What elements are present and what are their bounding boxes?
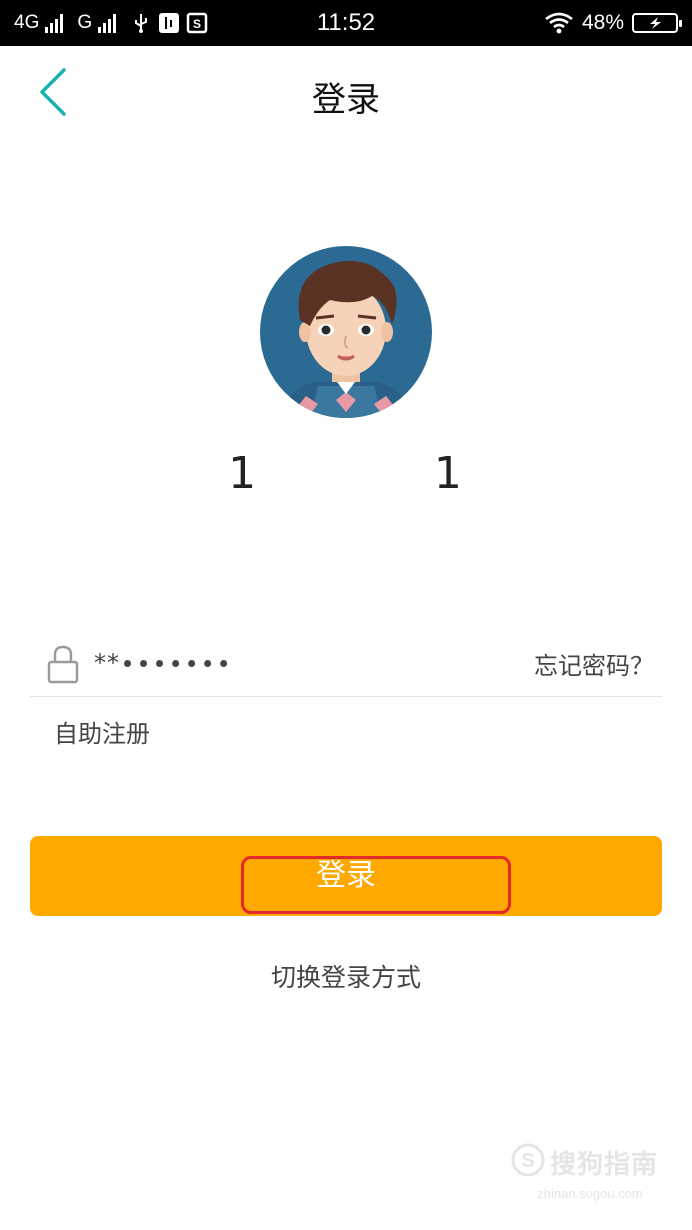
wifi-icon bbox=[545, 12, 573, 34]
lock-icon bbox=[47, 645, 79, 684]
password-field[interactable] bbox=[92, 642, 396, 684]
battery-icon bbox=[632, 13, 682, 33]
status-bar: 4G G S 11:52 48% bbox=[0, 0, 692, 46]
watermark-text: 搜狗指南 bbox=[550, 1150, 659, 1180]
switch-login-method-link[interactable]: 切换登录方式 bbox=[0, 958, 692, 994]
avatar-icon bbox=[260, 246, 432, 418]
nav-bar: 登录 bbox=[0, 46, 692, 142]
battery-percent: 48% bbox=[581, 11, 624, 34]
page-title: 登录 bbox=[312, 80, 380, 120]
watermark-url: zhinan.sogou.com bbox=[537, 1186, 643, 1201]
self-register-link[interactable]: 自助注册 bbox=[54, 714, 150, 749]
charging-bolt-icon bbox=[650, 17, 661, 29]
status-right: 48% bbox=[544, 10, 682, 36]
phone-number: 1 1 bbox=[228, 448, 464, 499]
login-button[interactable]: 登录 bbox=[30, 836, 662, 916]
watermark: S 搜狗指南 zhinan.sogou.com bbox=[510, 1138, 670, 1208]
sogou-logo-icon: S bbox=[511, 1143, 545, 1177]
forgot-password-link[interactable]: 忘记密码？ bbox=[534, 646, 654, 681]
password-row: 忘记密码？ bbox=[30, 626, 662, 697]
svg-text:S: S bbox=[521, 1150, 534, 1172]
